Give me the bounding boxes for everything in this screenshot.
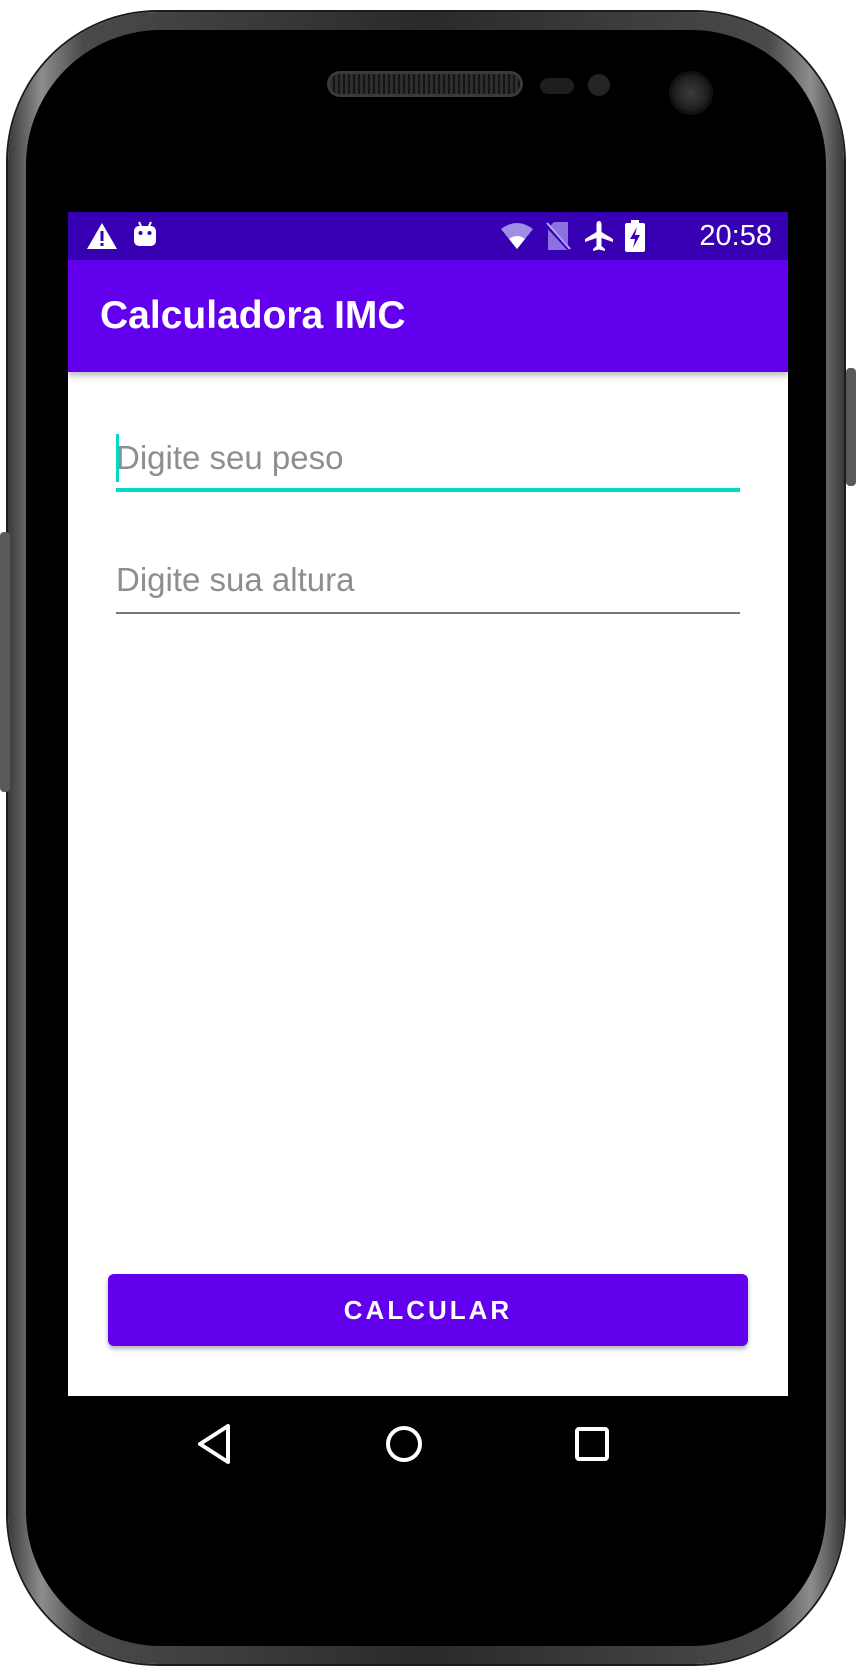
- battery-charging-icon: [625, 220, 645, 252]
- height-input-underline: [116, 612, 740, 614]
- no-sim-icon: [544, 222, 572, 252]
- height-placeholder: Digite sua altura: [116, 561, 355, 598]
- home-icon[interactable]: [380, 1420, 428, 1468]
- volume-button: [0, 532, 10, 792]
- status-time: 20:58: [699, 220, 772, 252]
- calculate-button[interactable]: CALCULAR: [108, 1274, 748, 1346]
- app-screen: 20:58 Calculadora IMC Digite seu peso Di…: [68, 212, 788, 1492]
- app-bar: Calculadora IMC: [68, 260, 788, 372]
- text-cursor: [116, 434, 119, 482]
- navigation-bar: [68, 1396, 788, 1492]
- airplane-mode-icon: [585, 221, 613, 251]
- height-input[interactable]: Digite sua altura: [116, 550, 740, 614]
- warning-icon: [87, 223, 117, 249]
- light-sensor: [588, 74, 610, 96]
- app-title: Calculadora IMC: [100, 294, 406, 337]
- proximity-sensor: [540, 78, 574, 94]
- android-debug-icon: [134, 221, 156, 246]
- earpiece-speaker: [330, 74, 520, 94]
- weight-input-underline: [116, 488, 740, 492]
- back-icon[interactable]: [192, 1420, 240, 1468]
- power-button: [846, 368, 856, 486]
- weight-placeholder: Digite seu peso: [116, 439, 344, 476]
- front-camera: [672, 74, 710, 112]
- status-bar: 20:58: [68, 212, 788, 260]
- weight-input[interactable]: Digite seu peso: [116, 428, 740, 492]
- wifi-icon: [501, 223, 533, 249]
- recents-icon[interactable]: [568, 1420, 616, 1468]
